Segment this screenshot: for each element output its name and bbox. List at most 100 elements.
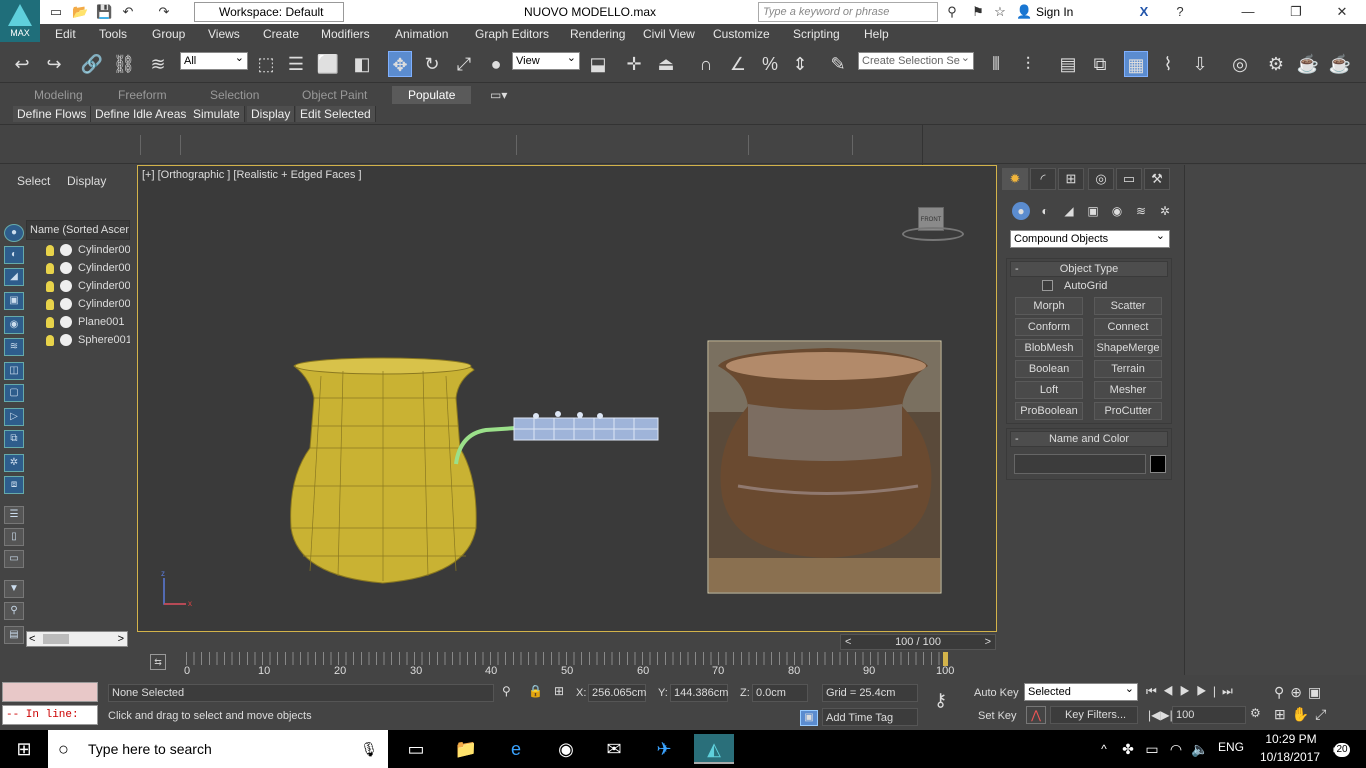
viewport-nav-zoom-icons[interactable]: ⚲⊕▣ [1274, 684, 1327, 701]
menu-modifiers[interactable]: Modifiers [321, 27, 370, 41]
add-time-tag-button[interactable]: Add Time Tag [822, 708, 918, 726]
viewport-orthographic[interactable]: z x [137, 165, 997, 632]
menu-tools[interactable]: Tools [99, 27, 127, 41]
select-and-move-icon[interactable]: ✥ [388, 51, 412, 77]
helpers-category-icon[interactable]: ◉ [1108, 202, 1126, 220]
blobmesh-button[interactable]: BlobMesh [1015, 339, 1083, 357]
prev-frame-icon[interactable]: < [845, 635, 851, 649]
viewport-label[interactable]: [+] [Orthographic ] [Realistic + Edged F… [142, 169, 362, 181]
spacewarps-category-icon[interactable]: ≋ [1132, 202, 1150, 220]
display-tab-icon[interactable]: ▭ [1116, 168, 1142, 190]
geometry-category-icon[interactable]: ● [1012, 202, 1030, 220]
material-editor-icon[interactable]: ◎ [1228, 51, 1252, 77]
hierarchy-tab-icon[interactable]: ⊞ [1058, 168, 1084, 190]
light-bulb-icon[interactable] [46, 298, 54, 310]
display-bones-icon[interactable]: ▷ [4, 408, 24, 426]
key-filters-button[interactable]: Key Filters... [1050, 706, 1138, 724]
viewcube-ring-icon[interactable] [902, 227, 964, 241]
filter-icon[interactable]: ▼ [4, 580, 24, 598]
percent-snap-icon[interactable]: % [758, 51, 782, 77]
boolean-button[interactable]: Boolean [1015, 360, 1083, 378]
viewcube[interactable]: FRONT [902, 205, 964, 241]
tab-populate[interactable]: Populate [392, 86, 472, 104]
keyword-search-input[interactable]: Type a keyword or phrase [758, 2, 938, 22]
teapot-model[interactable] [290, 357, 477, 584]
schematic-view-icon[interactable]: ⇩ [1188, 51, 1212, 77]
favorites-star-icon[interactable]: ☆ [992, 4, 1008, 20]
tab-freeform[interactable]: Freeform [118, 88, 167, 102]
display-all-icon[interactable]: ☰ [4, 506, 24, 524]
keyboard-shortcut-override-icon[interactable]: ⏏ [654, 51, 678, 77]
align-icon[interactable]: ⫶ [1016, 51, 1040, 77]
display-cameras-icon[interactable]: ▣ [4, 292, 24, 310]
maxscript-listener-pink[interactable] [2, 682, 98, 702]
ribbon-options-icon[interactable]: ▭▾ [490, 88, 507, 102]
display-xrefs-icon[interactable]: ▢ [4, 384, 24, 402]
list-item[interactable]: Cylinder004 [46, 295, 130, 313]
object-color-swatch[interactable] [1150, 455, 1166, 473]
menu-edit[interactable]: Edit [55, 27, 76, 41]
subtab-define-flows[interactable]: Define Flows [13, 106, 92, 122]
autogrid-checkbox[interactable] [1042, 280, 1053, 291]
rectangular-selection-icon[interactable]: ⬜ [316, 51, 340, 77]
place-object-icon[interactable]: ● [484, 51, 508, 77]
open-file-icon[interactable]: 📂 [72, 4, 88, 20]
connect-button[interactable]: Connect [1094, 318, 1162, 336]
user-icon[interactable]: 👤 [1016, 4, 1032, 20]
layer-explorer-icon[interactable]: ⧉ [1088, 51, 1112, 77]
window-crossing-icon[interactable]: ◧ [350, 51, 374, 77]
taskbar-search-box[interactable]: ○ Type here to search 🎙 [48, 730, 388, 768]
redo-icon[interactable]: ↪ [42, 51, 66, 77]
link-icon[interactable]: 🔗 [80, 51, 104, 77]
horizontal-scrollbar[interactable]: < > [26, 631, 128, 647]
windows-start-icon[interactable]: ⊞ [4, 734, 44, 764]
default-in-out-key-icon[interactable]: ⚷ [934, 690, 947, 711]
display-frozen-icon[interactable]: ✲ [4, 454, 24, 472]
name-color-header[interactable]: - Name and Color [1010, 431, 1168, 447]
clock-time[interactable]: 10:29 PM [1262, 732, 1320, 746]
spinner-snap-icon[interactable]: ⇕ [788, 51, 812, 77]
display-hidden-icon[interactable]: ⧈ [4, 476, 24, 494]
key-mode-toggle-icon[interactable]: |◀▶| [1148, 708, 1173, 722]
z-coordinate-field[interactable]: 0.0cm [752, 684, 808, 702]
tab-object-paint[interactable]: Object Paint [302, 88, 367, 102]
list-item[interactable]: Cylinder002 [46, 259, 130, 277]
snaps-toggle-icon[interactable]: ∩ [694, 51, 718, 77]
motion-tab-icon[interactable]: ◎ [1088, 168, 1114, 190]
task-view-icon[interactable]: ▭ [396, 734, 436, 764]
object-name-input[interactable] [1014, 454, 1146, 474]
subtab-simulate[interactable]: Simulate [189, 106, 245, 122]
layers-icon[interactable]: ▤ [4, 626, 24, 644]
playback-controls[interactable]: ⏮◀▶▶|⏭ [1146, 684, 1239, 699]
proboolean-button[interactable]: ProBoolean [1015, 402, 1083, 420]
render-production-icon[interactable]: ☕ [1328, 51, 1352, 77]
mirror-icon[interactable]: ⫴ [984, 51, 1008, 77]
select-and-rotate-icon[interactable]: ↻ [420, 51, 444, 77]
file-explorer-icon[interactable]: 📁 [446, 734, 486, 764]
render-setup-icon[interactable]: ⚙ [1264, 51, 1288, 77]
list-item[interactable]: Cylinder003 [46, 277, 130, 295]
tab-selection[interactable]: Selection [210, 88, 259, 102]
sign-in-link[interactable]: Sign In [1036, 0, 1073, 24]
save-icon[interactable]: 💾 [96, 4, 112, 20]
absolute-mode-icon[interactable]: ⊞ [554, 684, 564, 698]
conform-button[interactable]: Conform [1015, 318, 1083, 336]
timeline-toggle-icon[interactable]: ⇆ [150, 654, 166, 670]
help-icon[interactable]: ? [1172, 4, 1188, 20]
x-coordinate-field[interactable]: 256.065cm [588, 684, 646, 702]
systems-category-icon[interactable]: ✲ [1156, 202, 1174, 220]
subtab-define-idle-areas[interactable]: Define Idle Areas [91, 106, 192, 122]
3ds-max-taskbar-icon[interactable]: ◭ [694, 734, 734, 764]
exchange-x-icon[interactable]: X [1136, 4, 1152, 20]
subtab-edit-selected[interactable]: Edit Selected [296, 106, 376, 122]
curve-editor-icon[interactable]: ⌇ [1156, 51, 1180, 77]
object-type-header[interactable]: - Object Type [1010, 261, 1168, 277]
menu-scripting[interactable]: Scripting [793, 27, 840, 41]
display-none-icon[interactable]: ▯ [4, 528, 24, 546]
battery-icon[interactable]: ▭ [1140, 734, 1164, 764]
isolate-icon[interactable]: ⚲ [502, 684, 511, 698]
select-by-name-icon[interactable]: ☰ [284, 51, 308, 77]
morph-button[interactable]: Morph [1015, 297, 1083, 315]
display-containers-icon[interactable]: ⧉ [4, 430, 24, 448]
volume-icon[interactable]: 🔈 [1188, 734, 1212, 764]
